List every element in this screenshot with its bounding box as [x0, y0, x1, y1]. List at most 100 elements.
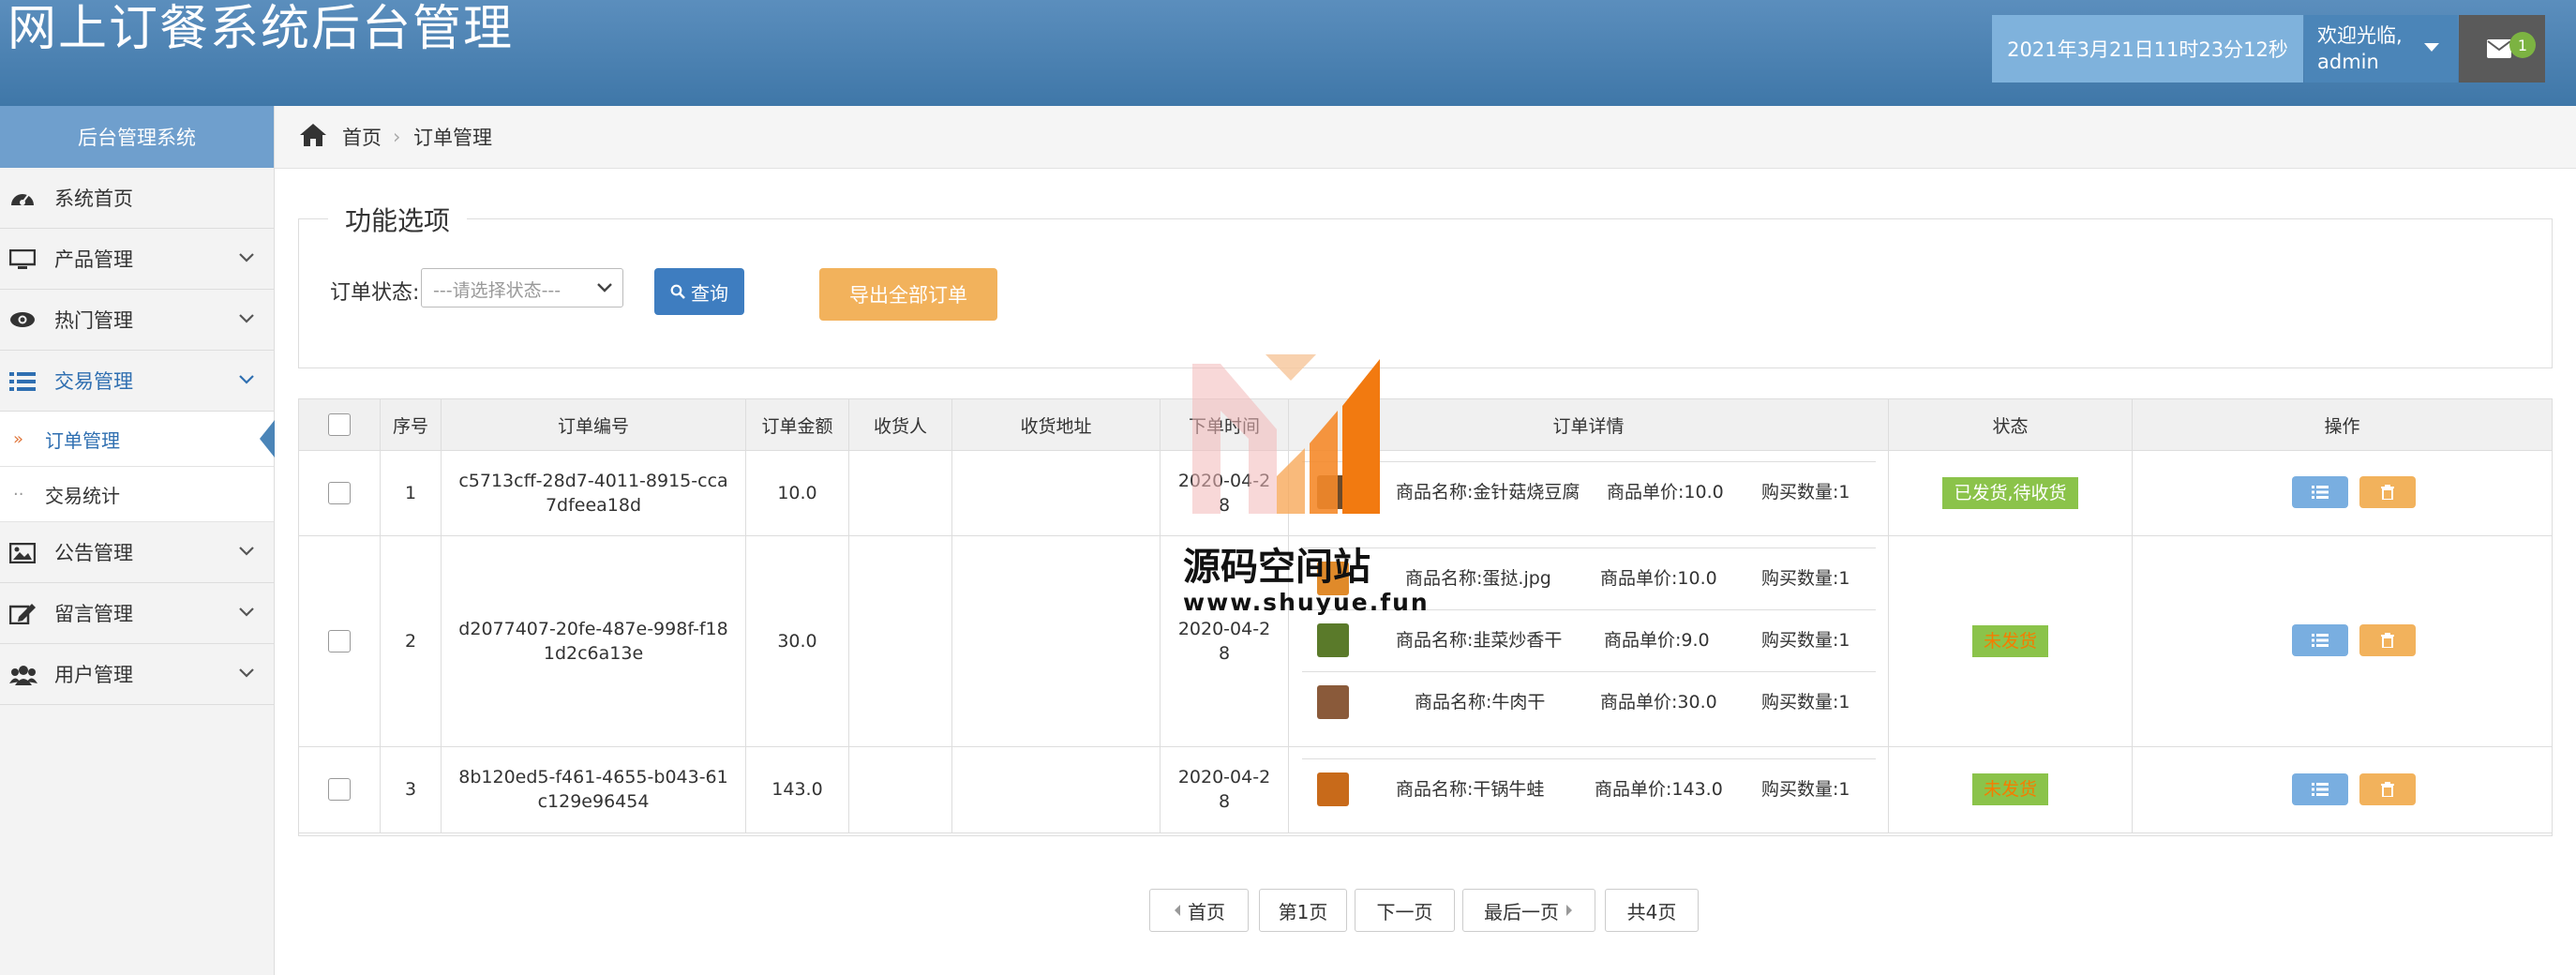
pager-total: 共4页	[1605, 889, 1699, 932]
list-icon	[2312, 486, 2329, 499]
view-details-button[interactable]	[2292, 773, 2348, 805]
item-qty: 购买数量:1	[1761, 690, 1850, 714]
pager-first-button[interactable]: 首页	[1149, 889, 1249, 932]
chevron-down-icon	[597, 283, 612, 292]
sidebar-item-label: 系统首页	[54, 188, 133, 210]
breadcrumb-home-link[interactable]: 首页	[342, 123, 382, 151]
order-item: 商品名称:干锅牛蛙 商品单价:143.0 购买数量:1	[1302, 758, 1876, 819]
sidebar-item-dashboard[interactable]: 系统首页	[0, 168, 274, 229]
order-number: 8b120ed5-f461-4655-b043-61c129e96454	[442, 746, 746, 832]
item-name-value: 韭菜炒香干	[1473, 630, 1563, 651]
sidebar-subitem-stats[interactable]: ·· 交易统计	[0, 467, 274, 522]
row-checkbox[interactable]	[328, 629, 351, 652]
order-item: 商品名称:牛肉干 商品单价:30.0 购买数量:1	[1302, 671, 1876, 732]
order-item: 商品名称:韭菜炒香干 商品单价:9.0 购买数量:1	[1302, 609, 1876, 670]
chevron-down-icon	[239, 547, 254, 556]
row-checkbox[interactable]	[328, 481, 351, 504]
dots-marker-icon: ··	[13, 484, 24, 504]
sidebar-item-hot[interactable]: 热门管理	[0, 290, 274, 351]
item-qty-value: 1	[1838, 630, 1850, 651]
sidebar-subitem-orders[interactable]: » 订单管理	[0, 412, 275, 467]
watermark-text: 源码空间站	[1183, 546, 1370, 589]
delete-button[interactable]	[2359, 476, 2416, 508]
sidebar-item-transactions[interactable]: 交易管理	[0, 351, 274, 412]
item-qty-label: 购买数量:	[1761, 692, 1839, 712]
sidebar-item-messages[interactable]: 留言管理	[0, 583, 274, 644]
watermark-logo	[1192, 354, 1380, 514]
chevron-down-icon	[239, 253, 254, 262]
pager-next-button[interactable]: 下一页	[1355, 889, 1455, 932]
item-name-label: 商品名称:	[1396, 630, 1474, 651]
pager-current-page[interactable]: 第1页	[1259, 889, 1347, 932]
order-amount: 10.0	[746, 450, 849, 535]
row-select-cell	[299, 450, 381, 535]
item-qty: 购买数量:1	[1761, 480, 1850, 504]
query-button[interactable]: 查询	[654, 268, 744, 315]
delete-button[interactable]	[2359, 624, 2416, 656]
order-number: c5713cff-28d7-4011-8915-cca7dfeea18d	[442, 450, 746, 535]
item-qty-value: 1	[1838, 482, 1850, 502]
row-select-cell	[299, 746, 381, 832]
users-icon	[9, 666, 37, 685]
sidebar-item-label: 热门管理	[54, 309, 133, 332]
chevron-down-icon	[239, 375, 254, 384]
envelope-icon	[2487, 39, 2511, 58]
column-header: 收货地址	[952, 399, 1161, 450]
home-icon[interactable]	[299, 123, 327, 147]
status-badge: 未发货	[1971, 624, 2048, 657]
messages-button[interactable]: 1	[2459, 15, 2545, 82]
sidebar-item-users[interactable]: 用户管理	[0, 644, 274, 705]
export-all-orders-button[interactable]: 导出全部订单	[819, 268, 997, 321]
item-price-value: 9.0	[1681, 630, 1710, 651]
sidebar-heading: 后台管理系统	[0, 106, 274, 168]
app-title: 网上订餐系统后台管理	[7, 1, 515, 57]
filter-legend: 功能选项	[328, 201, 468, 238]
food-thumbnail	[1317, 772, 1349, 806]
table-row: 3 8b120ed5-f461-4655-b043-61c129e96454 1…	[299, 746, 2552, 833]
item-price: 商品单价:9.0	[1604, 628, 1710, 652]
item-qty-value: 1	[1838, 692, 1850, 712]
order-status-select[interactable]: ---请选择状态---	[421, 268, 623, 308]
select-all-checkbox[interactable]	[328, 413, 351, 436]
sidebar-item-announcements[interactable]: 公告管理	[0, 522, 274, 583]
chevron-down-icon	[239, 608, 254, 617]
item-qty-label: 购买数量:	[1761, 568, 1839, 589]
order-receiver	[849, 746, 952, 832]
actions-cell	[2133, 535, 2552, 746]
list-icon	[2312, 634, 2329, 647]
user-menu[interactable]: 欢迎光临, admin	[2304, 15, 2458, 82]
sidebar-item-products[interactable]: 产品管理	[0, 229, 274, 290]
delete-button[interactable]	[2359, 773, 2416, 805]
item-price: 商品单价:10.0	[1607, 480, 1724, 504]
column-header: 收货人	[849, 399, 952, 450]
order-date: 2020-04-28	[1161, 746, 1289, 832]
order-receiver	[849, 450, 952, 535]
item-price: 商品单价:30.0	[1600, 690, 1717, 714]
chevron-down-icon	[239, 314, 254, 323]
pager-last-button[interactable]: 最后一页	[1462, 889, 1595, 932]
sidebar-item-label: 用户管理	[54, 664, 133, 686]
desktop-icon	[9, 249, 36, 269]
view-details-button[interactable]	[2292, 624, 2348, 656]
trash-icon	[2381, 485, 2394, 500]
item-price-value: 143.0	[1671, 779, 1723, 800]
active-indicator-icon	[260, 420, 275, 458]
item-price-label: 商品单价:	[1604, 630, 1682, 651]
order-index: 2	[381, 535, 442, 746]
select-all-cell	[299, 399, 381, 450]
item-name: 商品名称:牛肉干	[1415, 690, 1545, 714]
order-details-cell: 商品名称:干锅牛蛙 商品单价:143.0 购买数量:1	[1289, 746, 1889, 832]
order-address	[952, 450, 1161, 535]
order-status-cell: 未发货	[1889, 746, 2133, 832]
row-checkbox[interactable]	[328, 778, 351, 801]
item-qty: 购买数量:1	[1761, 566, 1850, 591]
view-details-button[interactable]	[2292, 476, 2348, 508]
order-status-label: 订单状态:	[330, 281, 420, 305]
item-name-value: 蛋挞.jpg	[1482, 568, 1551, 589]
item-name-label: 商品名称:	[1405, 568, 1483, 589]
sidebar: 后台管理系统 系统首页 产品管理 热门管理 交易管理 » 订单管理 ·· 交易统…	[0, 106, 275, 975]
item-price-value: 10.0	[1684, 482, 1724, 502]
order-status-placeholder: ---请选择状态---	[433, 280, 562, 301]
item-price-value: 30.0	[1677, 692, 1717, 712]
item-price: 商品单价:10.0	[1600, 566, 1717, 591]
